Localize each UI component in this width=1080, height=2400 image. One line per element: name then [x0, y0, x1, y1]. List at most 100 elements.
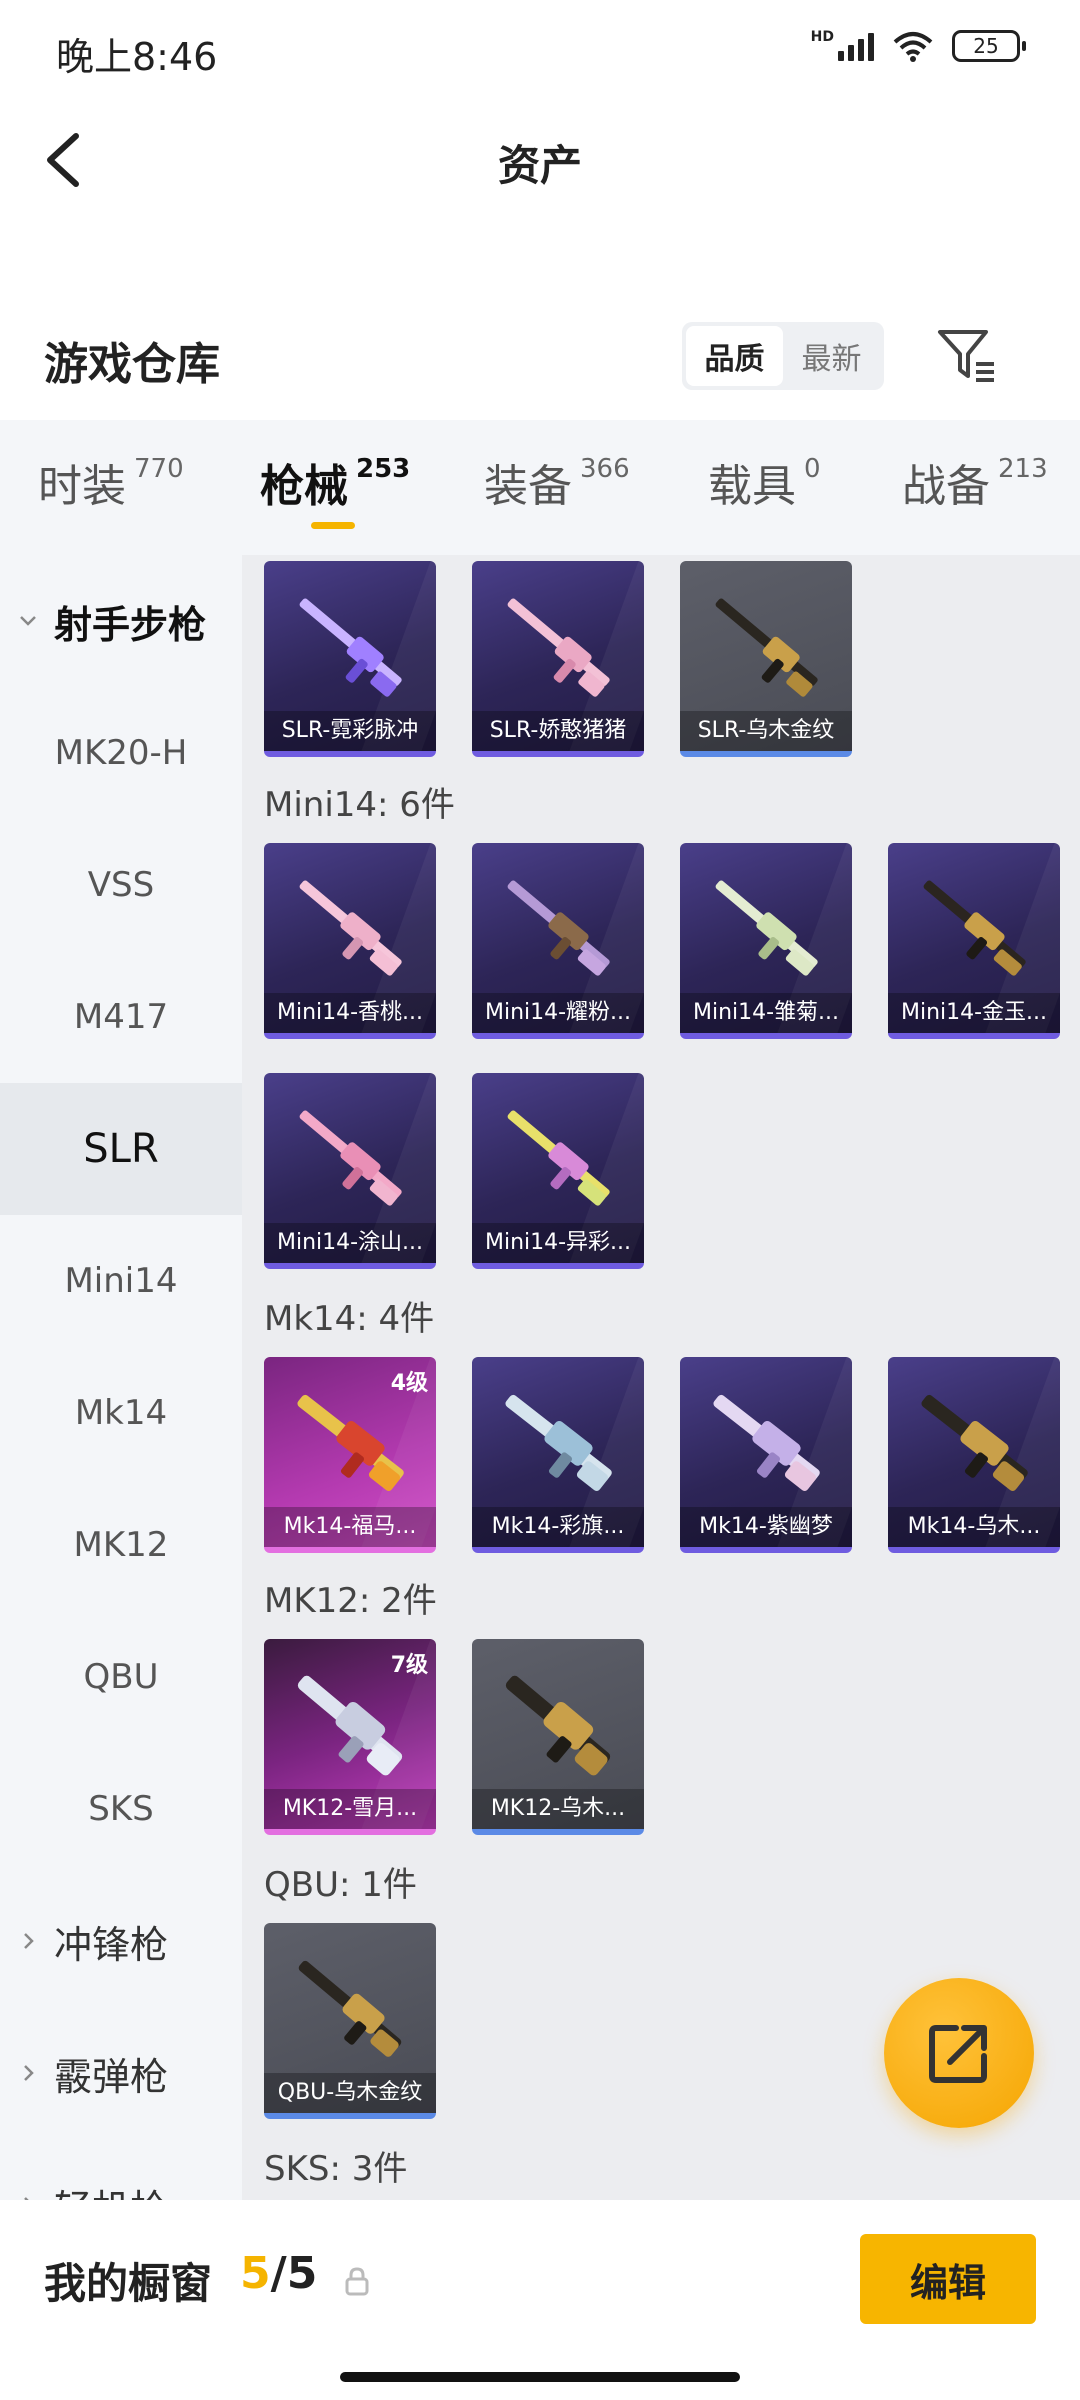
tab-label: 枪械: [260, 461, 348, 512]
wifi-icon: [893, 32, 933, 62]
tab-count: 213: [998, 454, 1048, 484]
signal-icon: [838, 31, 874, 61]
sort-newest-button[interactable]: 最新: [783, 326, 880, 386]
weapon-card[interactable]: Mini14-耀粉...: [472, 843, 644, 1039]
showcase-bar: 我的橱窗 5/5 编辑: [0, 2200, 1080, 2400]
weapon-name: SLR-娇憨猪猪: [472, 711, 644, 751]
rifle-icon: [297, 1394, 404, 1491]
sidebar-category-label: 霰弹枪: [54, 2054, 169, 2099]
sidebar-item-mk20h[interactable]: MK20-H: [0, 687, 242, 819]
tab-count: 0: [804, 454, 821, 484]
share-button[interactable]: [884, 1978, 1034, 2128]
page-title: 资产: [497, 141, 582, 190]
tab-label: 时装: [38, 461, 126, 512]
weapon-name: MK12-雪月...: [264, 1789, 436, 1829]
weapon-name: SLR-霓彩脉冲: [264, 711, 436, 751]
weapon-card[interactable]: MK12-乌木...: [472, 1639, 644, 1835]
weapon-name: Mini14-耀粉...: [472, 993, 644, 1033]
weapon-card[interactable]: QBU-乌木金纹: [264, 1923, 436, 2119]
weapon-card[interactable]: Mini14-涂山...: [264, 1073, 436, 1269]
sidebar-category-marksman[interactable]: 射手步枪: [0, 555, 242, 687]
tab-vehicles[interactable]: 载具 0: [708, 450, 821, 514]
tab-equipment[interactable]: 装备 366: [484, 450, 630, 514]
rifle-icon: [507, 598, 610, 697]
repository-header: 游戏仓库 品质 最新: [0, 300, 1080, 420]
edit-button[interactable]: 编辑: [860, 2234, 1036, 2324]
category-tabs: 时装 770 枪械 253 装备 366 载具 0 战备 213: [0, 420, 1080, 555]
weapon-name: SLR-乌木金纹: [680, 711, 852, 751]
weapon-card[interactable]: Mini14-金玉...: [888, 843, 1060, 1039]
top-bar: 资产: [0, 110, 1080, 210]
tab-count: 253: [356, 454, 411, 484]
showcase-count: 5/5: [240, 2248, 317, 2299]
weapon-card[interactable]: Mini14-雏菊...: [680, 843, 852, 1039]
weapon-name: Mini14-香桃...: [264, 993, 436, 1033]
rifle-icon: [715, 598, 818, 697]
status-time: 晚上8:46: [56, 35, 218, 79]
showcase-total: /5: [270, 2248, 318, 2299]
rifle-icon: [299, 1110, 402, 1206]
rifle-icon: [713, 1394, 820, 1491]
weapon-card[interactable]: 4级 Mk14-福马...: [264, 1357, 436, 1553]
sidebar-item-mini14[interactable]: Mini14: [0, 1215, 242, 1347]
group-label: Mk14: 4件: [264, 1299, 435, 1339]
lock-icon: [345, 2267, 369, 2296]
weapon-name: Mk14-福马...: [264, 1507, 436, 1547]
weapon-card[interactable]: SLR-霓彩脉冲: [264, 561, 436, 757]
weapon-card[interactable]: Mk14-紫幽梦: [680, 1357, 852, 1553]
rifle-icon: [299, 598, 402, 697]
sidebar-item-vss[interactable]: VSS: [0, 819, 242, 951]
weapon-card[interactable]: Mk14-乌木...: [888, 1357, 1060, 1553]
weapon-card[interactable]: 7级 MK12-雪月...: [264, 1639, 436, 1835]
sidebar-item-m417[interactable]: M417: [0, 951, 242, 1083]
sidebar-category-shotgun[interactable]: 霰弹枪: [0, 2007, 242, 2139]
weapon-name: Mini14-涂山...: [264, 1223, 436, 1263]
sidebar-item-qbu[interactable]: QBU: [0, 1611, 242, 1743]
weapon-card[interactable]: Mini14-香桃...: [264, 843, 436, 1039]
battery-icon: 25: [952, 30, 1026, 62]
sidebar-category-lmg[interactable]: 轻机枪: [0, 2139, 242, 2200]
filter-icon[interactable]: [934, 324, 998, 388]
sidebar-category-label: 轻机枪: [54, 2178, 168, 2201]
rifle-icon: [921, 1394, 1028, 1491]
chevron-right-icon: [24, 1933, 34, 1949]
weapon-name: Mini14-雏菊...: [680, 993, 852, 1033]
rifle-icon: [299, 880, 402, 976]
tab-count: 366: [580, 454, 630, 484]
weapon-name: QBU-乌木金纹: [264, 2073, 436, 2113]
sidebar-category-label: 射手步枪: [54, 602, 207, 647]
network-type: HD: [810, 29, 834, 45]
sidebar-category-label: 冲锋枪: [54, 1922, 169, 1967]
group-label: QBU: 1件: [264, 1865, 417, 1905]
tab-fashion[interactable]: 时装 770: [38, 450, 184, 514]
sidebar-item-mk14[interactable]: Mk14: [0, 1347, 242, 1479]
weapon-name: Mini14-金玉...: [888, 993, 1060, 1033]
weapon-card[interactable]: Mk14-彩旗...: [472, 1357, 644, 1553]
sidebar-item-mk12[interactable]: MK12: [0, 1479, 242, 1611]
home-indicator: [340, 2372, 740, 2382]
status-bar: 晚上8:46 HD 25: [0, 0, 1080, 110]
tab-count: 770: [134, 454, 184, 484]
sidebar-category-smg[interactable]: 冲锋枪: [0, 1875, 242, 2007]
sort-quality-button[interactable]: 品质: [686, 326, 783, 386]
tab-guns[interactable]: 枪械 253: [260, 450, 410, 514]
weapon-card[interactable]: SLR-乌木金纹: [680, 561, 852, 757]
rifle-icon: [298, 1960, 402, 2057]
tab-label: 装备: [484, 461, 572, 512]
weapon-card[interactable]: Mini14-异彩...: [472, 1073, 644, 1269]
sidebar-item-sks[interactable]: SKS: [0, 1743, 242, 1875]
weapon-name: Mk14-乌木...: [888, 1507, 1060, 1547]
tab-label: 载具: [708, 461, 796, 512]
rifle-icon: [507, 880, 610, 976]
rifle-icon: [715, 880, 818, 976]
sort-switch: 品质 最新: [682, 322, 884, 390]
sidebar-item-slr[interactable]: SLR: [0, 1083, 242, 1215]
rifle-icon: [923, 880, 1026, 976]
share-icon: [929, 2025, 987, 2083]
repository-title: 游戏仓库: [44, 339, 220, 390]
rifle-icon: [507, 1110, 610, 1206]
group-label: MK12: 2件: [264, 1581, 437, 1621]
weapon-card[interactable]: SLR-娇憨猪猪: [472, 561, 644, 757]
status-icons: HD 25: [810, 29, 1026, 62]
tab-gear[interactable]: 战备 213: [902, 450, 1048, 514]
